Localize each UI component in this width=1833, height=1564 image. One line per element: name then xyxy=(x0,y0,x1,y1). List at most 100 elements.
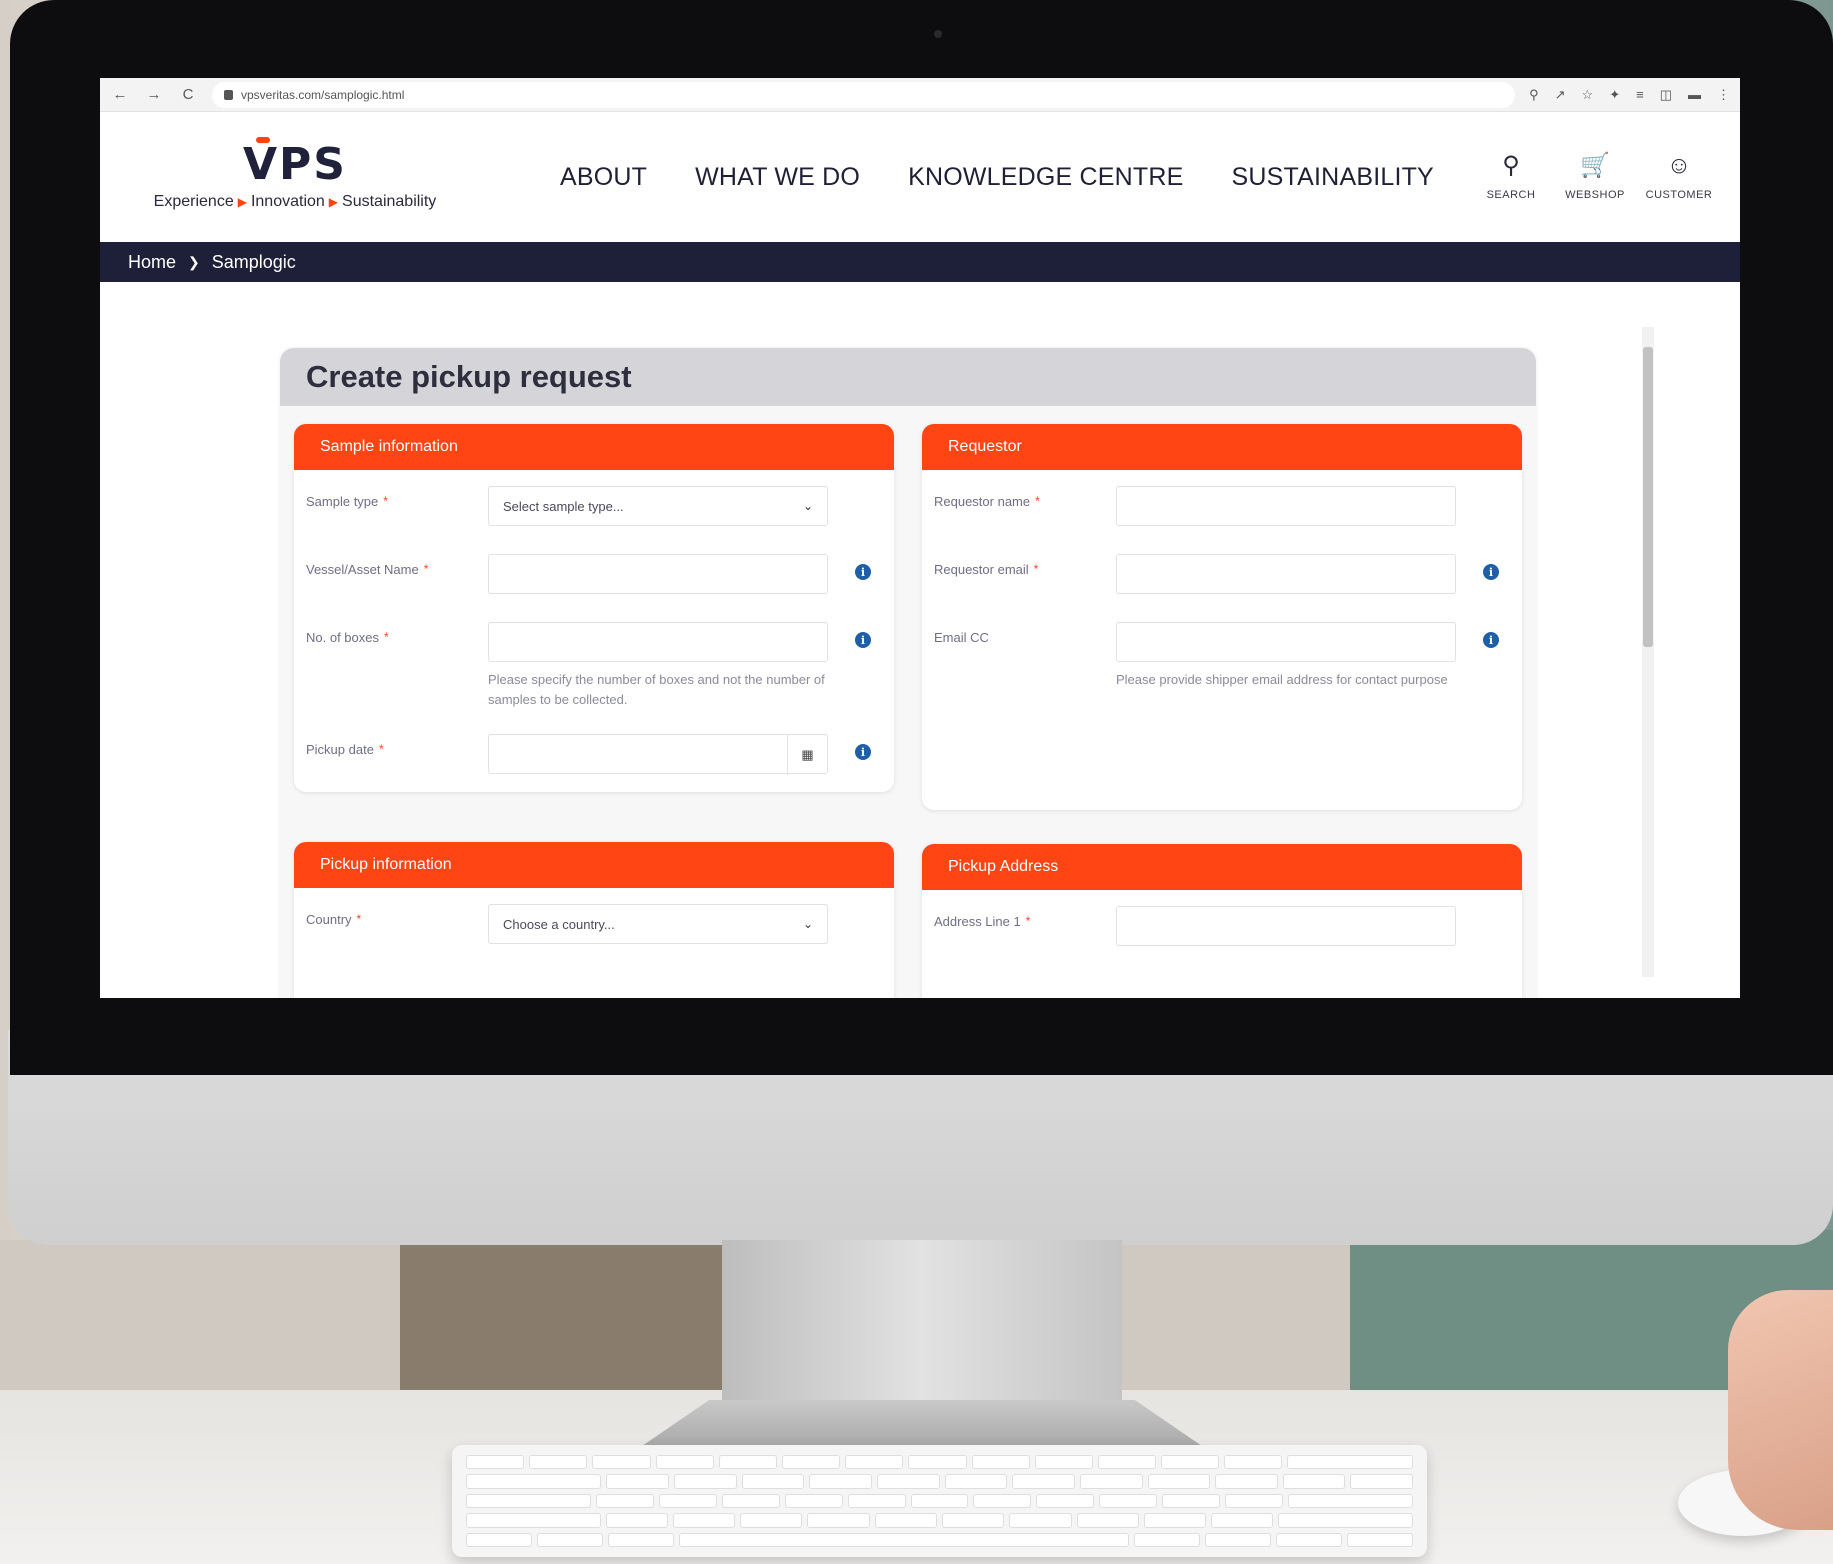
info-icon[interactable]: i xyxy=(1483,564,1499,580)
forward-icon[interactable]: → xyxy=(144,86,164,103)
pickup-date-input[interactable]: ▦ xyxy=(488,734,828,775)
form-header: Create pickup request xyxy=(280,348,1536,406)
nav-about[interactable]: ABOUT xyxy=(560,163,647,192)
logo-mark: VPS xyxy=(243,137,347,187)
info-icon[interactable]: i xyxy=(1483,632,1499,648)
cart-icon: 🛒 xyxy=(1580,152,1610,179)
search-icon: ⚲ xyxy=(1502,152,1520,179)
chevron-right-icon: ❯ xyxy=(188,253,200,270)
page-scrollbar[interactable] xyxy=(1642,327,1654,977)
browser-actions: ⚲ ↗ ☆ ✦ ≡ ◫ ▬ ⋮ xyxy=(1529,87,1730,103)
sample-information-panel: Sample information Sample type * Select s… xyxy=(294,424,894,792)
background-box xyxy=(400,1240,740,1410)
boxes-help-text: Please specify the number of boxes and n… xyxy=(488,672,825,707)
breadcrumb-home[interactable]: Home xyxy=(128,252,176,273)
extensions-icon[interactable]: ✦ xyxy=(1609,87,1620,103)
address-bar[interactable]: vpsveritas.com/samplogic.html xyxy=(212,81,1516,108)
browser-toolbar: ← → C vpsveritas.com/samplogic.html ⚲ ↗ … xyxy=(100,78,1740,112)
menu-icon[interactable]: ⋮ xyxy=(1717,87,1730,103)
pickup-address-panel: Pickup Address Address Line 1 * xyxy=(922,844,1522,998)
field-label: Sample type * xyxy=(306,494,388,509)
zoom-icon[interactable]: ⚲ xyxy=(1529,87,1539,103)
lock-icon xyxy=(224,89,233,100)
required-mark: * xyxy=(383,494,388,508)
main-nav: ABOUT WHAT WE DO KNOWLEDGE CENTRE SUSTAI… xyxy=(560,163,1434,192)
chevron-down-icon: ⌄ xyxy=(802,499,813,513)
address-line-1-input[interactable] xyxy=(1116,906,1456,946)
nav-sustainability[interactable]: SUSTAINABILITY xyxy=(1232,163,1434,192)
info-icon[interactable]: i xyxy=(855,632,871,648)
search-button[interactable]: ⚲ SEARCH xyxy=(1480,152,1542,202)
search-label: SEARCH xyxy=(1486,189,1536,201)
user-icon: ☺ xyxy=(1666,152,1692,179)
hand xyxy=(1728,1290,1833,1530)
nav-what-we-do[interactable]: WHAT WE DO xyxy=(695,163,860,192)
field-label: Requestor email * xyxy=(934,562,1039,577)
profile-icon[interactable]: ▬ xyxy=(1688,87,1701,103)
utility-nav: ⚲ SEARCH 🛒 WEBSHOP ☺ CUSTOMER xyxy=(1480,152,1712,202)
breadcrumb: Home ❯ Samplogic xyxy=(100,242,1740,282)
tagline: Experience ▶ Innovation ▶ Sustainability xyxy=(154,193,437,211)
field-label: No. of boxes * xyxy=(306,630,389,645)
panel-heading: Pickup information xyxy=(294,842,894,888)
field-label: Address Line 1 * xyxy=(934,914,1031,929)
required-mark: * xyxy=(356,912,362,926)
tagline-word: Sustainability xyxy=(342,193,437,210)
tagline-word: Experience xyxy=(153,193,234,210)
monitor-stand xyxy=(722,1240,1122,1410)
triangle-icon: ▶ xyxy=(237,195,247,209)
page-content: Create pickup request Sample information… xyxy=(100,282,1740,998)
required-mark: * xyxy=(1033,562,1039,576)
requestor-email-input[interactable] xyxy=(1116,554,1456,594)
triangle-icon: ▶ xyxy=(328,195,339,209)
sample-type-select[interactable]: Select sample type... ⌄ xyxy=(488,486,828,526)
country-select[interactable]: Choose a country... ⌄ xyxy=(488,904,828,944)
required-mark: * xyxy=(378,742,384,756)
panel-heading: Requestor xyxy=(922,424,1522,470)
breadcrumb-current: Samplogic xyxy=(211,251,296,272)
customer-button[interactable]: ☺ CUSTOMER xyxy=(1646,152,1712,202)
info-icon[interactable]: i xyxy=(855,564,871,580)
field-label: Pickup date * xyxy=(306,742,384,757)
back-icon[interactable]: ← xyxy=(110,86,130,103)
star-icon[interactable]: ☆ xyxy=(1582,87,1594,103)
calendar-icon[interactable]: ▦ xyxy=(787,735,827,775)
chevron-down-icon: ⌄ xyxy=(802,917,813,931)
site-header: VPS Experience ▶ Innovation ▶ Sustainabi… xyxy=(100,112,1740,242)
reload-icon[interactable]: C xyxy=(178,86,198,103)
field-label: Vessel/Asset Name * xyxy=(306,562,429,577)
email-cc-input[interactable] xyxy=(1116,622,1456,662)
share-icon[interactable]: ↗ xyxy=(1555,87,1566,103)
select-value: Select sample type... xyxy=(503,498,624,514)
address-bar-url: vpsveritas.com/samplogic.html xyxy=(241,87,405,102)
pickup-request-form: Create pickup request Sample information… xyxy=(280,348,1536,998)
required-mark: * xyxy=(1025,914,1031,928)
boxes-input[interactable] xyxy=(488,622,828,662)
keyboard xyxy=(452,1445,1427,1557)
select-value: Choose a country... xyxy=(503,916,615,932)
field-label: Country * xyxy=(306,912,362,927)
webshop-button[interactable]: 🛒 WEBSHOP xyxy=(1564,152,1626,202)
vps-logo[interactable]: VPS Experience ▶ Innovation ▶ Sustainabi… xyxy=(130,137,460,211)
page-title: Create pickup request xyxy=(306,359,632,394)
vessel-name-input[interactable] xyxy=(488,554,828,594)
pickup-information-panel: Pickup information Country * Choose a cou… xyxy=(294,842,894,998)
email-cc-help-text: Please provide shipper email address for… xyxy=(1116,672,1448,687)
required-mark: * xyxy=(384,630,389,644)
tagline-word: Innovation xyxy=(250,193,325,210)
reading-list-icon[interactable]: ≡ xyxy=(1636,87,1644,103)
camera-dot xyxy=(934,30,942,38)
logo-text: VPS xyxy=(243,139,347,190)
field-label: Email CC xyxy=(934,630,989,645)
info-icon[interactable]: i xyxy=(855,744,871,760)
requestor-name-input[interactable] xyxy=(1116,486,1456,526)
screen: ← → C vpsveritas.com/samplogic.html ⚲ ↗ … xyxy=(100,78,1740,998)
nav-knowledge-centre[interactable]: KNOWLEDGE CENTRE xyxy=(908,163,1183,192)
required-mark: * xyxy=(1035,494,1040,508)
monitor-stand-base xyxy=(642,1400,1202,1446)
required-mark: * xyxy=(423,562,429,576)
requestor-panel: Requestor Requestor name * Requestor emai… xyxy=(922,424,1522,810)
scrollbar-thumb[interactable] xyxy=(1643,347,1653,647)
webshop-label: WEBSHOP xyxy=(1565,189,1625,201)
sidepanel-icon[interactable]: ◫ xyxy=(1660,87,1672,103)
